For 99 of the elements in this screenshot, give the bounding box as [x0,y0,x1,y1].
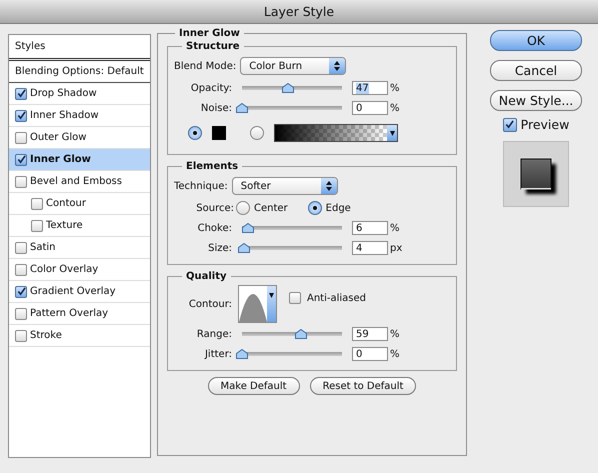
checkbox[interactable] [15,88,27,100]
field-label: Noise: [200,102,232,114]
checkbox[interactable] [15,154,27,166]
panel-button[interactable]: Reset to Default [310,377,416,395]
list-item[interactable]: Satin [9,237,150,259]
list-item[interactable]: Inner Shadow [9,105,150,127]
item-label: Gradient Overlay [30,286,116,297]
checkbox[interactable] [15,308,27,320]
item-label: Satin [30,242,56,253]
list-item[interactable]: Blending Options: Default [9,61,150,83]
value-field[interactable]: 6 [352,221,388,235]
checkbox[interactable] [31,220,43,232]
list-item[interactable]: Gradient Overlay [9,281,150,303]
radio-button[interactable] [250,126,264,140]
unit-label: % [390,348,400,360]
field-value: 59 [356,328,369,340]
radio-label: Edge [326,202,351,214]
checkbox-label: Preview [520,117,570,132]
slider-thumb[interactable] [236,349,248,359]
dialog-button[interactable]: OK [490,30,582,51]
unit-label: px [390,242,402,254]
field-label: Technique: [174,180,228,192]
field-label: Blend Mode: [174,60,236,72]
value-field[interactable]: 0 [352,101,388,115]
unit-label: % [390,328,400,340]
list-item[interactable]: Bevel and Emboss [9,171,150,193]
slider-thumb[interactable] [236,103,248,113]
item-label: Outer Glow [30,132,86,143]
dialog-button[interactable]: Cancel [490,60,582,81]
list-item[interactable]: Texture [9,215,150,237]
list-header: Styles [9,35,150,61]
slider-thumb[interactable] [242,223,254,233]
checkbox[interactable] [31,198,43,210]
checkbox[interactable] [15,110,27,122]
group-title: Structure [185,41,241,52]
value-field[interactable]: 59 [352,327,388,341]
field-label: Contour: [188,298,232,310]
item-label: Color Overlay [30,264,98,275]
value-field[interactable]: 47 [352,81,388,95]
checkbox[interactable] [15,286,27,298]
slider-thumb[interactable] [238,243,250,253]
slider-thumb[interactable] [282,83,294,93]
field-label: Jitter: [204,348,232,360]
unit-label: % [390,222,400,234]
value-field[interactable]: 4 [352,241,388,255]
preview-thumbnail [503,141,569,207]
field-value: 6 [356,222,362,234]
field-label: Source: [195,202,234,214]
list-item[interactable]: Color Overlay [9,259,150,281]
list-item[interactable]: Contour [9,193,150,215]
item-label: Inner Glow [30,154,91,165]
item-label: Stroke [30,330,62,341]
checkbox-label: Anti-aliased [307,292,366,304]
dialog-button[interactable]: New Style... [490,90,582,111]
field-label: Range: [196,328,232,340]
checkbox[interactable] [15,264,27,276]
contour-picker[interactable] [238,285,277,323]
dropdown[interactable]: Softer [232,177,338,195]
radio-button[interactable] [236,201,250,215]
field-label: Opacity: [190,82,232,94]
checkbox[interactable] [289,292,301,304]
checkbox[interactable] [15,242,27,254]
radio-button[interactable] [308,201,322,215]
item-label: Bevel and Emboss [30,176,122,187]
item-label: Texture [46,220,83,231]
list-item[interactable]: Stroke [9,325,150,347]
dropdown[interactable]: Color Burn [240,57,346,75]
panel-button[interactable]: Make Default [208,377,300,395]
unit-label: % [390,102,400,114]
item-label: Inner Shadow [30,110,99,121]
checkbox[interactable] [15,132,27,144]
unit-label: % [390,82,400,94]
stepper-icon [329,58,346,74]
list-item[interactable]: Drop Shadow [9,83,150,105]
field-label: Choke: [196,222,232,234]
slider-thumb[interactable] [295,329,307,339]
gradient-picker[interactable] [274,124,398,142]
list-item[interactable]: Pattern Overlay [9,303,150,325]
field-value: 47 [356,82,369,94]
checkbox[interactable] [15,176,27,188]
field-value: 0 [356,348,362,360]
value-field[interactable]: 0 [352,347,388,361]
radio-label: Center [254,202,288,214]
field-value: 4 [356,242,362,254]
window-title: Layer Style [264,4,334,19]
field-label: Size: [207,242,232,254]
radio-button[interactable] [188,126,202,140]
list-item[interactable]: Inner Glow [9,149,150,171]
field-value: 0 [356,102,362,114]
color-swatch[interactable] [212,126,226,140]
checkbox[interactable] [502,118,517,132]
item-label: Contour [46,198,86,209]
checkbox[interactable] [15,330,27,342]
group-title: Quality [185,271,228,282]
item-label: Pattern Overlay [30,308,108,319]
stepper-icon [320,178,337,194]
panel-title: Inner Glow [178,28,241,39]
group-title: Elements [185,161,240,172]
item-label: Drop Shadow [30,88,97,99]
